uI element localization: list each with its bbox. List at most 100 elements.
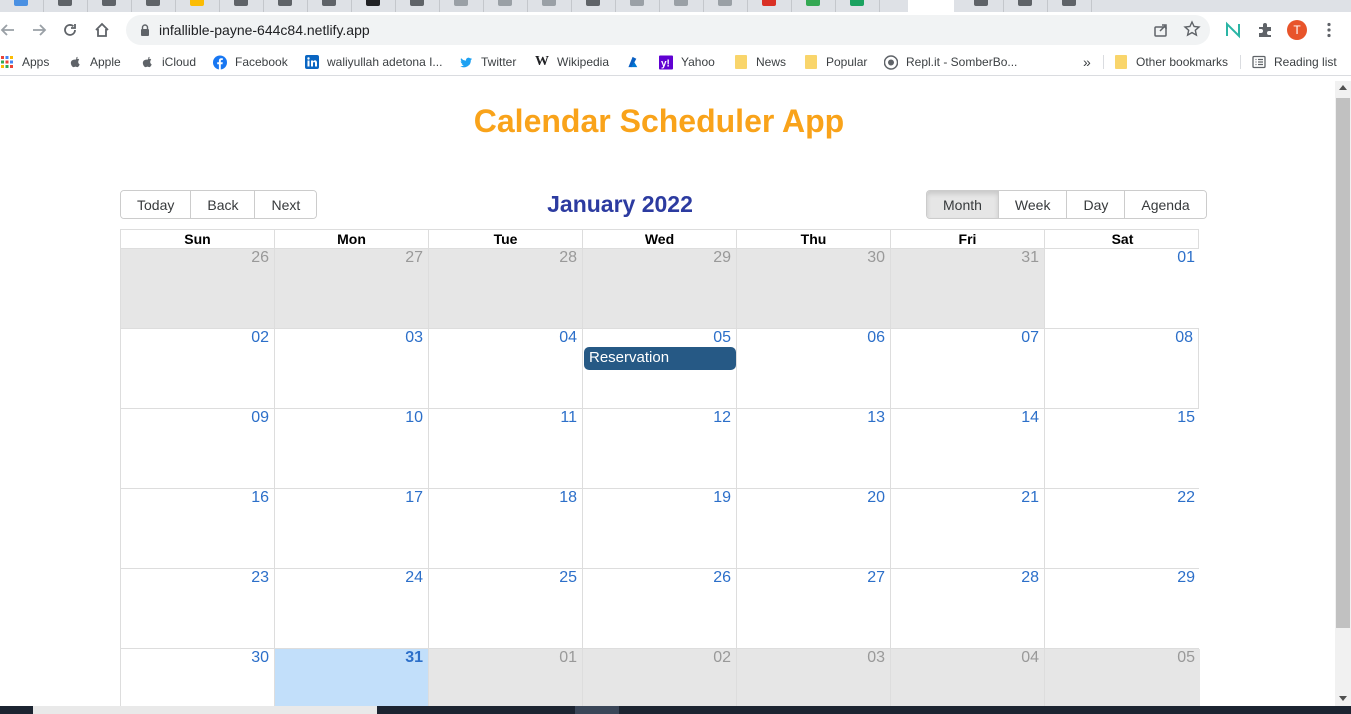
day-cell[interactable]: 26 xyxy=(121,249,275,328)
day-cell[interactable]: 29 xyxy=(583,249,737,328)
date-number[interactable]: 08 xyxy=(1175,329,1193,347)
share-icon[interactable] xyxy=(1152,21,1170,39)
browser-tab[interactable] xyxy=(836,0,880,12)
browser-tab[interactable] xyxy=(308,0,352,12)
menu-kebab-icon[interactable] xyxy=(1320,21,1338,39)
bookmark-folder-popular[interactable]: Popular xyxy=(804,54,867,70)
date-number[interactable]: 16 xyxy=(251,489,269,507)
date-number[interactable]: 26 xyxy=(713,569,731,587)
browser-tab[interactable] xyxy=(616,0,660,12)
date-number[interactable]: 29 xyxy=(713,249,731,267)
bookmark-apps[interactable]: Apps xyxy=(0,54,49,70)
day-cell[interactable]: 13 xyxy=(737,409,891,488)
more-bookmarks-chevron-icon[interactable]: » xyxy=(1083,54,1091,70)
browser-tab[interactable] xyxy=(396,0,440,12)
day-cell[interactable]: 24 xyxy=(275,569,429,648)
day-cell[interactable]: 04 xyxy=(429,329,583,408)
active-tab[interactable] xyxy=(908,0,954,12)
date-number[interactable]: 03 xyxy=(405,329,423,347)
day-cell[interactable]: 21 xyxy=(891,489,1045,568)
date-number[interactable]: 02 xyxy=(251,329,269,347)
browser-tab[interactable] xyxy=(1004,0,1048,12)
date-number[interactable]: 26 xyxy=(251,249,269,267)
browser-tab[interactable] xyxy=(176,0,220,12)
date-number[interactable]: 17 xyxy=(405,489,423,507)
date-number[interactable]: 18 xyxy=(559,489,577,507)
day-cell[interactable]: 04 xyxy=(891,649,1045,706)
day-cell[interactable]: 19 xyxy=(583,489,737,568)
bookmark-icloud[interactable]: iCloud xyxy=(140,54,196,70)
scroll-down-arrow-icon[interactable] xyxy=(1339,696,1347,701)
date-number[interactable]: 29 xyxy=(1177,569,1195,587)
extensions-puzzle-icon[interactable] xyxy=(1256,21,1274,39)
date-number[interactable]: 24 xyxy=(405,569,423,587)
extension-n-icon[interactable] xyxy=(1224,21,1242,39)
next-button[interactable]: Next xyxy=(255,191,317,218)
date-number[interactable]: 31 xyxy=(1021,249,1039,267)
date-number[interactable]: 19 xyxy=(713,489,731,507)
date-number[interactable]: 09 xyxy=(251,409,269,427)
day-cell[interactable]: 09 xyxy=(121,409,275,488)
browser-tab[interactable] xyxy=(352,0,396,12)
day-cell[interactable]: 27 xyxy=(275,249,429,328)
date-number[interactable]: 30 xyxy=(867,249,885,267)
day-cell[interactable]: 12 xyxy=(583,409,737,488)
date-number[interactable]: 28 xyxy=(559,249,577,267)
bookmark-apple[interactable]: Apple xyxy=(68,54,121,70)
day-cell[interactable]: 30 xyxy=(121,649,275,706)
date-number[interactable]: 02 xyxy=(713,649,731,667)
day-cell[interactable]: 18 xyxy=(429,489,583,568)
day-cell[interactable]: 28 xyxy=(429,249,583,328)
browser-tab[interactable] xyxy=(792,0,836,12)
day-cell[interactable]: 17 xyxy=(275,489,429,568)
day-cell[interactable]: 27 xyxy=(737,569,891,648)
day-cell[interactable]: 30 xyxy=(737,249,891,328)
browser-tab[interactable] xyxy=(528,0,572,12)
date-number[interactable]: 30 xyxy=(251,649,269,667)
bookmark-facebook[interactable]: Facebook xyxy=(213,54,288,70)
date-number[interactable]: 05 xyxy=(1177,649,1195,667)
day-cell[interactable]: 05 xyxy=(1045,649,1200,706)
date-number[interactable]: 05 xyxy=(713,329,731,347)
date-number[interactable]: 03 xyxy=(867,649,885,667)
browser-tab[interactable] xyxy=(572,0,616,12)
date-number[interactable]: 10 xyxy=(405,409,423,427)
date-number[interactable]: 01 xyxy=(1177,249,1195,267)
day-cell[interactable]: 25 xyxy=(429,569,583,648)
back-button[interactable]: Back xyxy=(191,191,256,218)
taskbar-app-button[interactable] xyxy=(575,706,619,714)
date-number[interactable]: 27 xyxy=(867,569,885,587)
day-cell[interactable]: 16 xyxy=(121,489,275,568)
taskbar-search-box[interactable] xyxy=(33,706,377,714)
bookmark-wikipedia[interactable]: W Wikipedia xyxy=(535,54,609,70)
bookmark-yahoo[interactable]: y! Yahoo xyxy=(659,54,715,70)
date-number[interactable]: 31 xyxy=(405,649,423,667)
day-cell[interactable]: 03 xyxy=(737,649,891,706)
day-cell[interactable]: 02 xyxy=(583,649,737,706)
bookmark-linkedin[interactable]: waliyullah adetona I... xyxy=(305,54,442,70)
today-button[interactable]: Today xyxy=(121,191,192,218)
day-cell[interactable]: 23 xyxy=(121,569,275,648)
day-cell[interactable]: 08 xyxy=(1045,329,1199,408)
day-cell[interactable]: 15 xyxy=(1045,409,1200,488)
back-arrow-icon[interactable] xyxy=(0,18,20,42)
day-cell[interactable]: 01 xyxy=(429,649,583,706)
day-cell[interactable]: 10 xyxy=(275,409,429,488)
forward-arrow-icon[interactable] xyxy=(27,18,51,42)
date-number[interactable]: 04 xyxy=(559,329,577,347)
bookmark-other-bookmarks[interactable]: Other bookmarks xyxy=(1114,54,1228,70)
bookmark-twitter[interactable]: Twitter xyxy=(459,54,516,70)
date-number[interactable]: 06 xyxy=(867,329,885,347)
day-cell[interactable]: 01 xyxy=(1045,249,1200,328)
day-cell[interactable]: 31 xyxy=(891,249,1045,328)
browser-tab[interactable] xyxy=(88,0,132,12)
browser-tab[interactable] xyxy=(960,0,1004,12)
home-icon[interactable] xyxy=(90,18,114,42)
day-view-button[interactable]: Day xyxy=(1067,191,1126,218)
date-number[interactable]: 22 xyxy=(1177,489,1195,507)
date-number[interactable]: 01 xyxy=(559,649,577,667)
browser-tab[interactable] xyxy=(1048,0,1092,12)
day-cell[interactable]: 03 xyxy=(275,329,429,408)
day-cell[interactable]: 02 xyxy=(121,329,275,408)
date-number[interactable]: 04 xyxy=(1021,649,1039,667)
